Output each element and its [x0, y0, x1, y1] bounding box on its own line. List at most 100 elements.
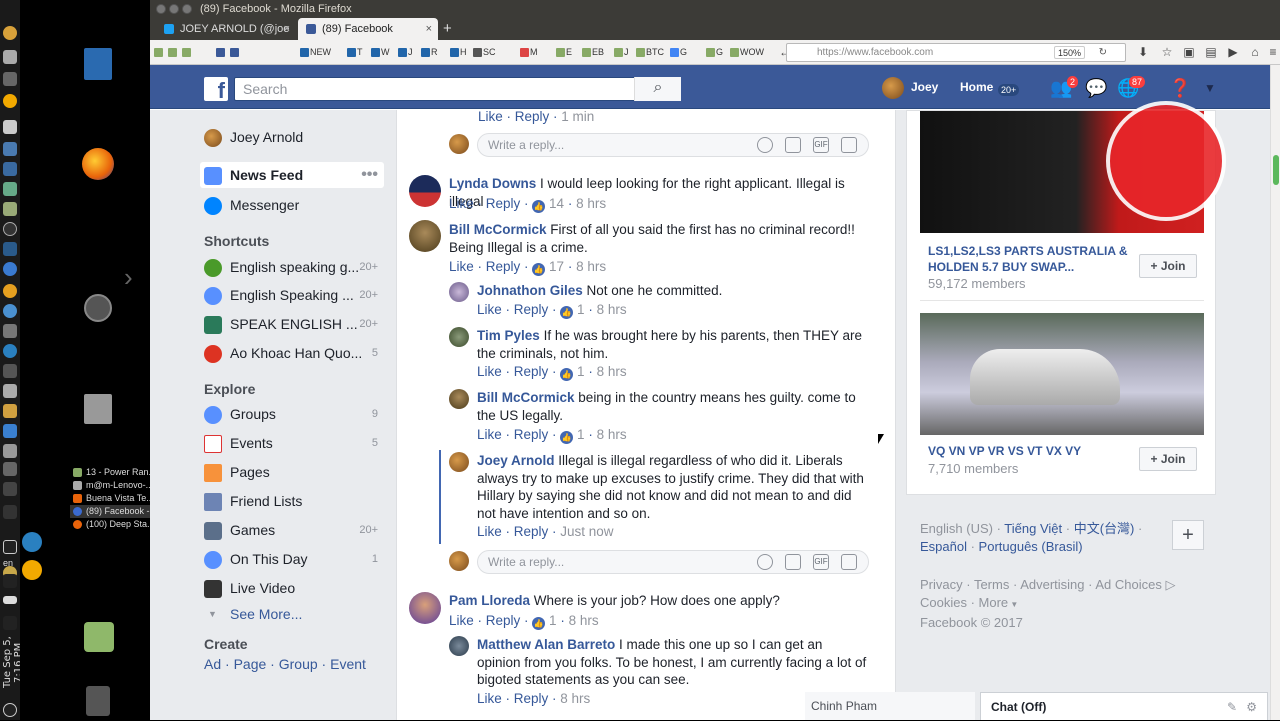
create-ad-link[interactable]: Ad [204, 656, 221, 672]
bookmark-item[interactable]: G [670, 47, 687, 58]
language-link[interactable]: Tiếng Việt [1004, 521, 1062, 536]
calendar-icon[interactable] [3, 162, 17, 176]
messenger-icon[interactable]: 💬 [1085, 77, 1107, 99]
like-count[interactable]: 1 [577, 364, 585, 379]
reply-link[interactable]: Reply [486, 613, 521, 628]
group-name[interactable]: LS1,LS2,LS3 PARTS AUSTRALIA & HOLDEN 5.7… [928, 243, 1128, 275]
image-icon[interactable] [3, 324, 17, 338]
avatar[interactable] [409, 592, 441, 624]
reload-icon[interactable]: ↻ [1099, 44, 1107, 61]
sidebar-item-friend-lists[interactable]: Friend Lists [200, 488, 384, 514]
atom-icon[interactable] [22, 532, 42, 552]
reply-link[interactable]: Reply [515, 110, 550, 124]
page-scrollbar[interactable] [1270, 65, 1280, 720]
footer-link[interactable]: Ad Choices [1095, 577, 1161, 592]
bookmark-item[interactable] [216, 47, 226, 58]
network-icon[interactable] [3, 482, 17, 496]
terminal-icon[interactable] [3, 364, 17, 378]
language-link[interactable]: Español [920, 539, 967, 554]
bookmark-item[interactable]: WOW [730, 47, 764, 58]
timestamp[interactable]: 8 hrs [597, 427, 627, 442]
avatar[interactable] [449, 327, 469, 347]
reply-link[interactable]: Reply [486, 196, 521, 211]
like-count[interactable]: 1 [549, 613, 557, 628]
avatar[interactable] [409, 175, 441, 207]
timestamp[interactable]: 8 hrs [597, 364, 627, 379]
bookmark-item[interactable]: H [450, 47, 467, 58]
footer-link[interactable]: More [979, 595, 1009, 610]
document-icon[interactable] [3, 50, 17, 64]
timestamp[interactable]: 8 hrs [597, 302, 627, 317]
group-cover-image[interactable] [920, 101, 1226, 233]
bookmark-item[interactable]: R [421, 47, 438, 58]
sidebar-item-events[interactable]: Events 5 [200, 430, 384, 456]
footer-link[interactable]: Cookies [920, 595, 967, 610]
bitcoin-icon[interactable] [3, 94, 17, 108]
libreoffice-writer-icon[interactable] [84, 48, 112, 80]
emoji-icon[interactable] [757, 554, 773, 570]
compose-icon[interactable]: ✎ [1227, 693, 1237, 721]
reply-link[interactable]: Reply [514, 364, 549, 379]
chat-tab-contact[interactable]: Chinh Pham [805, 692, 975, 720]
sidebar-item-shortcut[interactable]: Ao Khoac Han Quo... 5 [200, 340, 384, 366]
sidebar-item-on-this-day[interactable]: On This Day 1 [200, 546, 384, 572]
see-more-link[interactable]: ▼ See More... [200, 601, 384, 627]
monitor-icon[interactable] [3, 384, 17, 398]
bluetooth-icon[interactable] [3, 505, 17, 519]
like-count[interactable]: 1 [577, 427, 585, 442]
folder-icon[interactable] [3, 202, 17, 216]
like-link[interactable]: Like [477, 691, 502, 706]
home-link[interactable]: Home [960, 78, 993, 96]
game-icon[interactable] [3, 462, 17, 476]
apps-icon[interactable] [3, 182, 17, 196]
bookmark-item[interactable]: W [371, 47, 390, 58]
create-page-link[interactable]: Page [234, 656, 267, 672]
palette-icon[interactable] [3, 284, 17, 298]
bookmark-item[interactable]: T [347, 47, 363, 58]
timestamp[interactable]: 8 hrs [576, 259, 606, 274]
notes-icon[interactable] [3, 120, 17, 134]
bookmark-item[interactable]: BTC [636, 47, 664, 58]
sidebar-item-messenger[interactable]: Messenger [200, 192, 384, 218]
bookmarks-icon[interactable]: ▤ [1204, 45, 1218, 59]
group-cover-image[interactable] [920, 313, 1204, 435]
tab-twitter[interactable]: JOEY ARNOLD (@joe × [156, 18, 296, 40]
sidebar-item-shortcut[interactable]: English speaking g... 20+ [200, 254, 384, 280]
reply-link[interactable]: Reply [514, 691, 549, 706]
camera-icon[interactable] [785, 137, 801, 153]
wifi-icon[interactable] [3, 540, 17, 554]
emoji-icon[interactable] [757, 137, 773, 153]
like-link[interactable]: Like [449, 613, 474, 628]
timestamp[interactable]: 8 hrs [569, 613, 599, 628]
reply-link[interactable]: Reply [514, 524, 549, 539]
join-group-button[interactable]: + Join [1139, 254, 1197, 278]
reply-input[interactable]: Write a reply... [477, 550, 869, 574]
search-icon[interactable]: ⌕ [634, 77, 681, 101]
zoom-level[interactable]: 150% [1053, 46, 1085, 59]
avatar[interactable] [449, 452, 469, 472]
reply-link[interactable]: Reply [514, 427, 549, 442]
language-link[interactable]: Português (Brasil) [979, 539, 1083, 554]
reply-link[interactable]: Reply [486, 259, 521, 274]
tab-facebook[interactable]: (89) Facebook × [298, 18, 438, 40]
star-icon[interactable]: ☆ [1160, 45, 1174, 59]
add-language-button[interactable]: + [1172, 520, 1204, 550]
commenter-name[interactable]: Bill McCormick [449, 222, 547, 237]
bookmark-item[interactable]: EB [582, 47, 604, 58]
footer-link[interactable]: Privacy [920, 577, 963, 592]
like-count[interactable]: 1 [577, 302, 585, 317]
bookmark-item[interactable]: G [706, 47, 723, 58]
like-count[interactable]: 14 [549, 196, 564, 211]
clock[interactable]: Tue Sep 5, 7:16 PM [2, 625, 24, 700]
bookmark-item[interactable] [154, 47, 164, 58]
url-bar[interactable]: https://www.facebook.com 150% ↻ [786, 43, 1126, 62]
sidebar-item-shortcut[interactable]: English Speaking ... 20+ [200, 282, 384, 308]
bookmark-item[interactable]: NEW [300, 47, 331, 58]
join-group-button[interactable]: + Join [1139, 447, 1197, 471]
monitor-icon[interactable] [3, 242, 17, 256]
footer-link[interactable]: Terms [974, 577, 1009, 592]
avatar[interactable] [409, 220, 441, 252]
like-link[interactable]: Like [478, 110, 503, 124]
close-window-button[interactable] [156, 4, 166, 14]
car-icon[interactable] [3, 444, 17, 458]
